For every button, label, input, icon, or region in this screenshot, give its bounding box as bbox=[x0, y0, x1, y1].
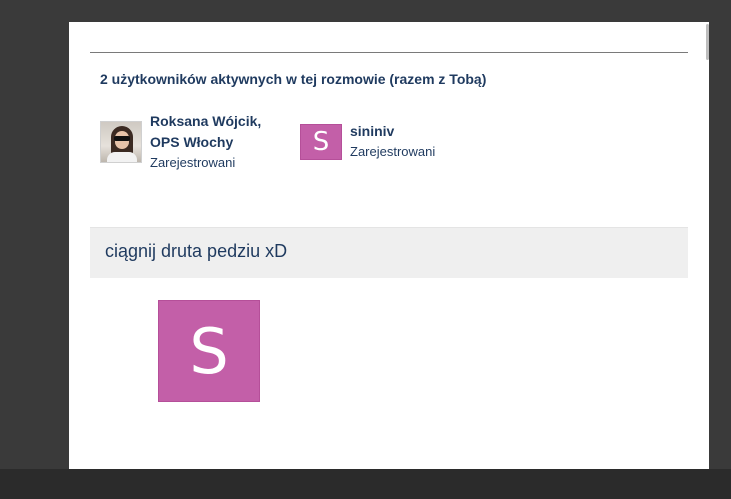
user-name-line2[interactable]: OPS Włochy bbox=[150, 132, 261, 153]
user-name-line1[interactable]: Roksana Wójcik, bbox=[150, 111, 261, 132]
user-status: Zarejestrowani bbox=[350, 144, 436, 159]
scrollbar-thumb[interactable] bbox=[706, 24, 709, 60]
message-text: ciągnij druta pedziu xD bbox=[105, 241, 288, 261]
user-name[interactable]: sininiv bbox=[350, 121, 435, 142]
user-card-roksana[interactable]: Roksana Wójcik, OPS Włochy Zarejestrowan… bbox=[100, 111, 261, 173]
avatar[interactable] bbox=[100, 121, 142, 163]
photo-body bbox=[107, 152, 137, 162]
active-users-heading: 2 użytkowników aktywnych w tej rozmowie … bbox=[100, 71, 487, 87]
user-card-sininiv[interactable]: S sininiv Zarejestrowani bbox=[300, 121, 435, 162]
message-bubble: ciągnij druta pedziu xD bbox=[90, 227, 688, 278]
bottom-bar bbox=[0, 469, 731, 499]
user-info: Roksana Wójcik, OPS Włochy Zarejestrowan… bbox=[150, 111, 261, 173]
scrollbar-track[interactable] bbox=[709, 22, 731, 469]
photo-sunglasses bbox=[114, 136, 130, 141]
divider bbox=[90, 52, 688, 53]
conversation-dialog: 2 użytkowników aktywnych w tej rozmowie … bbox=[69, 22, 709, 469]
user-status: Zarejestrowani bbox=[150, 155, 236, 170]
sender-avatar[interactable]: S bbox=[158, 300, 260, 402]
avatar[interactable]: S bbox=[300, 123, 342, 160]
user-info: sininiv Zarejestrowani bbox=[350, 121, 435, 162]
